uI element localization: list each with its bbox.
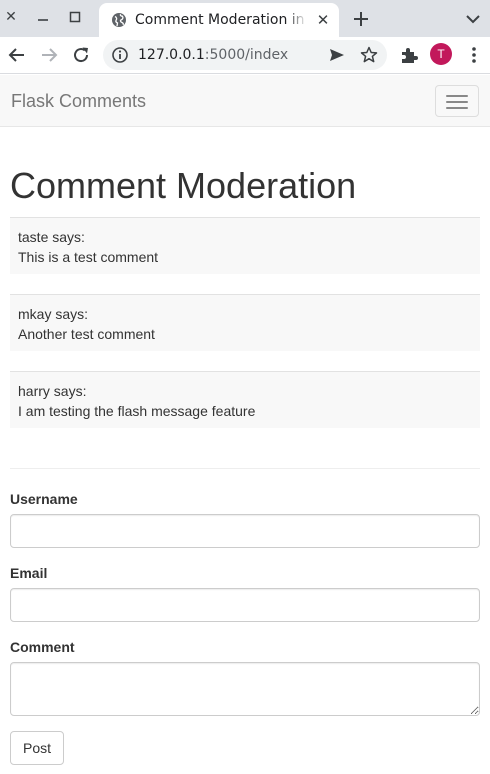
page-title: Comment Moderation (10, 165, 357, 206)
reload-icon[interactable] (70, 44, 92, 66)
email-label: Email (10, 565, 48, 581)
comment-author: harry says: (18, 383, 87, 399)
menu-dots-icon[interactable] (463, 44, 485, 66)
comment-item: harry says: I am testing the flash messa… (10, 371, 480, 428)
navbar: Flask Comments (0, 75, 490, 127)
comment-text: Another test comment (18, 326, 155, 342)
window-close-icon[interactable]: ✕ (0, 6, 22, 28)
window-maximize-icon[interactable] (64, 6, 86, 28)
back-icon[interactable] (6, 44, 28, 66)
url-host: 127.0.0.1 (138, 47, 205, 63)
url-text[interactable]: 127.0.0.1:5000/index (138, 46, 288, 64)
username-label: Username (10, 491, 78, 507)
browser-tab-active[interactable]: Comment Moderation in Flask ✕ (99, 3, 339, 37)
browser-tab-strip: ✕ Comment Moderation in Flask ✕ (0, 0, 490, 37)
hamburger-icon[interactable] (435, 85, 479, 117)
browser-toolbar: 127.0.0.1:5000/index T (0, 37, 490, 74)
tab-search-icon[interactable] (462, 8, 484, 30)
window-minimize-icon[interactable] (32, 6, 54, 28)
comment-author: taste says: (18, 229, 85, 245)
email-input[interactable] (10, 588, 480, 622)
comment-text: I am testing the flash message feature (18, 403, 256, 419)
url-path: :5000/index (204, 47, 289, 63)
star-icon[interactable] (359, 45, 379, 65)
comment-text: This is a test comment (18, 249, 159, 265)
divider (10, 468, 480, 469)
tab-close-icon[interactable]: ✕ (313, 10, 333, 30)
comment-label: Comment (10, 639, 75, 655)
username-input[interactable] (10, 514, 480, 548)
navbar-brand[interactable]: Flask Comments (11, 91, 146, 111)
post-button[interactable]: Post (10, 731, 64, 765)
tab-title: Comment Moderation in Flask (135, 12, 307, 28)
comment-item: taste says: This is a test comment (10, 217, 480, 274)
comment-item: mkay says: Another test comment (10, 294, 480, 351)
globe-icon (112, 13, 126, 27)
forward-icon[interactable] (38, 44, 60, 66)
comment-author: mkay says: (18, 306, 89, 322)
new-tab-icon[interactable] (349, 7, 373, 31)
site-info-icon[interactable] (111, 46, 129, 64)
address-bar[interactable]: 127.0.0.1:5000/index (103, 40, 387, 70)
send-icon[interactable] (328, 46, 346, 64)
profile-avatar[interactable]: T (430, 43, 452, 65)
comment-textarea[interactable] (10, 662, 480, 716)
extensions-icon[interactable] (398, 44, 420, 66)
